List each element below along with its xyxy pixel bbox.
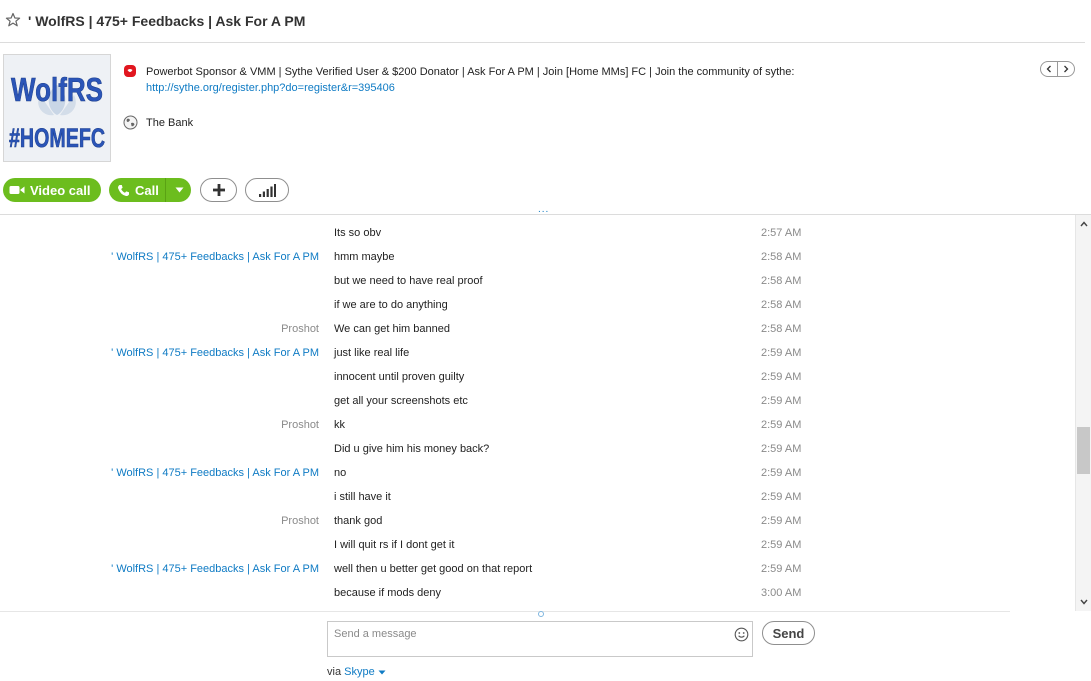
message-sender[interactable]: Proshot bbox=[281, 419, 319, 431]
chevron-down-icon bbox=[378, 670, 386, 675]
message-text: Did u give him his money back? bbox=[334, 443, 490, 455]
message-text: well then u better get good on that repo… bbox=[334, 563, 533, 575]
call-quality-button[interactable] bbox=[245, 178, 289, 202]
message-sender[interactable]: ' WolfRS | 475+ Feedbacks | Ask For A PM bbox=[111, 467, 319, 479]
message-text: if we are to do anything bbox=[334, 299, 448, 311]
svg-text:#HOMEFC: #HOMEFC bbox=[9, 123, 105, 153]
chat-message-row: get all your screenshots etc 2:59 AM bbox=[0, 390, 1075, 414]
message-text: kk bbox=[334, 419, 345, 431]
clipped-message-fragment: · · · bbox=[334, 215, 351, 218]
message-timestamp: 2:58 AM bbox=[761, 275, 802, 287]
message-text: no bbox=[334, 467, 347, 479]
message-timestamp: 2:59 AM bbox=[761, 563, 802, 575]
scroll-thumb[interactable] bbox=[1077, 427, 1090, 474]
scroll-down-icon[interactable] bbox=[1076, 595, 1091, 609]
via-service-selector[interactable]: Skype bbox=[344, 666, 386, 678]
signal-bars-icon bbox=[259, 183, 276, 197]
message-text: Its so obv bbox=[334, 227, 382, 239]
video-call-label: Video call bbox=[30, 182, 91, 198]
video-call-button[interactable]: Video call bbox=[3, 178, 101, 202]
message-sender[interactable]: ' WolfRS | 475+ Feedbacks | Ask For A PM bbox=[111, 347, 319, 359]
message-timestamp: 3:00 AM bbox=[761, 587, 802, 599]
compose-divider bbox=[0, 611, 1010, 612]
message-sender[interactable]: ' WolfRS | 475+ Feedbacks | Ask For A PM bbox=[111, 563, 319, 575]
via-prefix: via bbox=[327, 666, 342, 678]
mood-link[interactable]: http://sythe.org/register.php?do=registe… bbox=[146, 82, 395, 94]
message-timestamp: 2:58 AM bbox=[761, 299, 802, 311]
chat-message-row: Did u give him his money back? 2:59 AM bbox=[0, 438, 1075, 462]
conversation-header: ' WolfRS | 475+ Feedbacks | Ask For A PM bbox=[0, 0, 1085, 43]
message-timestamp: 2:59 AM bbox=[761, 371, 802, 383]
message-text: but we need to have real proof bbox=[334, 275, 483, 287]
chat-message-row: I will quit rs if I dont get it 2:59 AM bbox=[0, 534, 1075, 558]
contact-avatar[interactable]: WolfRS #HOMEFC bbox=[3, 54, 111, 162]
message-timestamp: 2:59 AM bbox=[761, 419, 802, 431]
message-sender[interactable]: Proshot bbox=[281, 323, 319, 335]
message-text: thank god bbox=[334, 515, 383, 527]
chat-message-row: ' WolfRS | 475+ Feedbacks | Ask For A PM… bbox=[0, 558, 1075, 582]
avatar-image: WolfRS #HOMEFC bbox=[4, 55, 110, 161]
skype-mood-icon bbox=[124, 65, 136, 77]
previous-arrow-icon[interactable] bbox=[1041, 62, 1057, 76]
call-button[interactable]: Call bbox=[109, 178, 191, 202]
phone-icon bbox=[118, 184, 129, 196]
chat-message-row: i still have it 2:59 AM bbox=[0, 486, 1075, 510]
message-sender[interactable]: ' WolfRS | 475+ Feedbacks | Ask For A PM bbox=[111, 251, 319, 263]
message-timestamp: 2:59 AM bbox=[761, 491, 802, 503]
contact-location: The Bank bbox=[146, 117, 194, 129]
chat-message-row: because if mods deny 3:00 AM bbox=[0, 582, 1075, 606]
profile-pager bbox=[1040, 61, 1075, 77]
chat-message-row: if we are to do anything 2:58 AM bbox=[0, 294, 1075, 318]
send-button[interactable]: Send bbox=[762, 621, 815, 645]
chat-message-row: ' WolfRS | 475+ Feedbacks | Ask For A PM… bbox=[0, 342, 1075, 366]
chat-history: · · · Its so obv 2:57 AM ' WolfRS | 475+ F… bbox=[0, 215, 1075, 611]
message-timestamp: 2:59 AM bbox=[761, 539, 802, 551]
message-text: We can get him banned bbox=[334, 323, 450, 335]
chat-message-row: innocent until proven guilty 2:59 AM bbox=[0, 366, 1075, 390]
video-camera-icon bbox=[9, 186, 25, 194]
call-divider bbox=[165, 178, 166, 202]
next-arrow-icon[interactable] bbox=[1057, 62, 1074, 76]
message-timestamp: 2:59 AM bbox=[761, 467, 802, 479]
chat-scrollbar[interactable] bbox=[1075, 215, 1091, 611]
message-text: just like real life bbox=[334, 347, 410, 359]
message-timestamp: 2:59 AM bbox=[761, 347, 802, 359]
message-text: hmm maybe bbox=[334, 251, 395, 263]
message-timestamp: 2:57 AM bbox=[761, 227, 802, 239]
message-text: get all your screenshots etc bbox=[334, 395, 468, 407]
globe-icon bbox=[123, 115, 138, 130]
message-input[interactable] bbox=[334, 626, 724, 642]
message-timestamp: 2:59 AM bbox=[761, 395, 802, 407]
svg-text:WolfRS: WolfRS bbox=[11, 71, 103, 108]
chevron-down-icon[interactable] bbox=[175, 187, 184, 193]
via-service-label: Skype bbox=[344, 666, 375, 678]
message-text: i still have it bbox=[334, 491, 391, 503]
message-text: innocent until proven guilty bbox=[334, 371, 465, 383]
message-timestamp: 2:59 AM bbox=[761, 515, 802, 527]
plus-icon bbox=[212, 184, 225, 196]
message-timestamp: 2:58 AM bbox=[761, 323, 802, 335]
message-timestamp: 2:58 AM bbox=[761, 251, 802, 263]
resize-handle[interactable] bbox=[538, 611, 544, 617]
chat-message-row: Proshot We can get him banned 2:58 AM bbox=[0, 318, 1075, 342]
chat-message-row: Its so obv 2:57 AM bbox=[0, 222, 1075, 246]
chat-message-row: Proshot kk 2:59 AM bbox=[0, 414, 1075, 438]
star-icon[interactable] bbox=[5, 12, 21, 28]
message-sender[interactable]: Proshot bbox=[281, 515, 319, 527]
chat-message-row: but we need to have real proof 2:58 AM bbox=[0, 270, 1075, 294]
mood-message: Powerbot Sponsor & VMM | Sythe Verified … bbox=[146, 66, 795, 78]
via-service-line: via Skype bbox=[327, 666, 386, 678]
chat-message-row: ' WolfRS | 475+ Feedbacks | Ask For A PM… bbox=[0, 246, 1075, 270]
conversation-title: ' WolfRS | 475+ Feedbacks | Ask For A PM bbox=[28, 13, 306, 29]
chat-message-row: ' WolfRS | 475+ Feedbacks | Ask For A PM… bbox=[0, 462, 1075, 486]
message-text: I will quit rs if I dont get it bbox=[334, 539, 455, 551]
message-compose-box bbox=[327, 621, 753, 657]
message-text: because if mods deny bbox=[334, 587, 442, 599]
message-timestamp: 2:59 AM bbox=[761, 443, 802, 455]
add-people-button[interactable] bbox=[200, 178, 237, 202]
scroll-up-icon[interactable] bbox=[1076, 217, 1091, 231]
chat-message-row: Proshot thank god 2:59 AM bbox=[0, 510, 1075, 534]
call-label: Call bbox=[135, 182, 159, 198]
smiley-icon[interactable] bbox=[734, 627, 749, 642]
